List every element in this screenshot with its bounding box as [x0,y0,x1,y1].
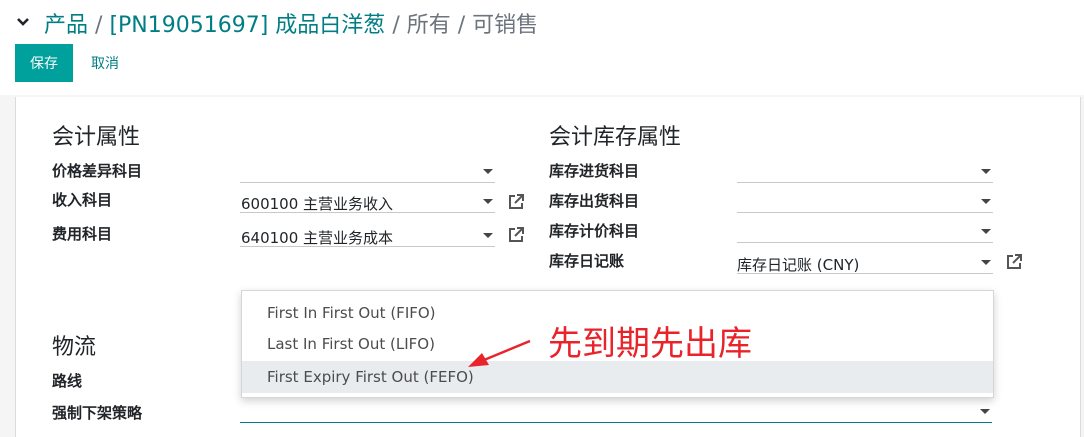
field-label-routes: 路线 [52,372,83,390]
caret-down-icon [483,199,493,204]
stock-input-account-select[interactable] [737,160,993,183]
field-label-income-account: 收入科目 [52,191,113,209]
annotation-text: 先到期先出库 [548,324,752,364]
breadcrumb-item-products[interactable]: 产品 [44,13,88,38]
breadcrumb-item-all[interactable]: 所有 [407,13,451,38]
breadcrumb: 产品 / [PN19051697] 成品白洋葱 / 所有 / 可销售 [44,7,538,39]
section-title-accounting: 会计属性 [52,125,141,150]
caret-down-icon [981,260,991,265]
expense-account-value: 640100 主营业务成本 [241,229,394,247]
breadcrumb-separator: / [392,13,400,38]
income-account-select[interactable]: 600100 主营业务收入 [240,190,495,213]
external-link-icon[interactable] [507,193,525,211]
income-account-value: 600100 主营业务收入 [241,195,394,213]
dropdown-option-fefo[interactable]: First Expiry First Out (FEFO) [242,361,993,393]
breadcrumb-item-product[interactable]: [PN19051697] 成品白洋葱 [109,13,385,38]
caret-down-icon [483,233,493,238]
field-label-stock-output-account: 库存出货科目 [549,192,640,210]
section-title-logistics: 物流 [52,335,97,360]
breadcrumb-current: 可销售 [472,13,539,38]
stock-output-account-select[interactable] [737,190,993,213]
stock-valuation-account-select[interactable] [737,220,993,243]
caret-down-icon [981,229,991,234]
chevron-down-icon[interactable] [14,10,32,32]
section-title-stock-accounting: 会计库存属性 [549,125,682,150]
field-label-expense-account: 费用科目 [52,225,113,243]
field-label-stock-journal: 库存日记账 [549,252,625,270]
save-button[interactable]: 保存 [15,44,73,82]
field-label-price-difference-account: 价格差异科目 [52,162,143,180]
field-label-stock-input-account: 库存进货科目 [549,162,640,180]
stock-journal-select[interactable]: 库存日记账 (CNY) [737,251,993,274]
cancel-button[interactable]: 取消 [80,44,130,82]
field-label-stock-valuation-account: 库存计价科目 [549,222,640,240]
external-link-icon[interactable] [507,226,525,244]
price-difference-account-select[interactable] [240,160,495,183]
caret-down-icon [981,169,991,174]
expense-account-select[interactable]: 640100 主营业务成本 [240,224,495,247]
field-label-removal-strategy: 强制下架策略 [52,404,143,422]
external-link-icon[interactable] [1005,253,1023,271]
caret-down-icon [483,169,493,174]
caret-down-icon [981,199,991,204]
removal-strategy-select[interactable] [240,400,992,422]
stock-journal-value: 库存日记账 (CNY) [737,256,860,274]
annotation-arrow-icon [468,339,531,367]
caret-down-icon [980,409,990,414]
removal-strategy-underline [240,422,992,423]
breadcrumb-separator: / [95,13,103,38]
breadcrumb-separator: / [457,13,466,38]
